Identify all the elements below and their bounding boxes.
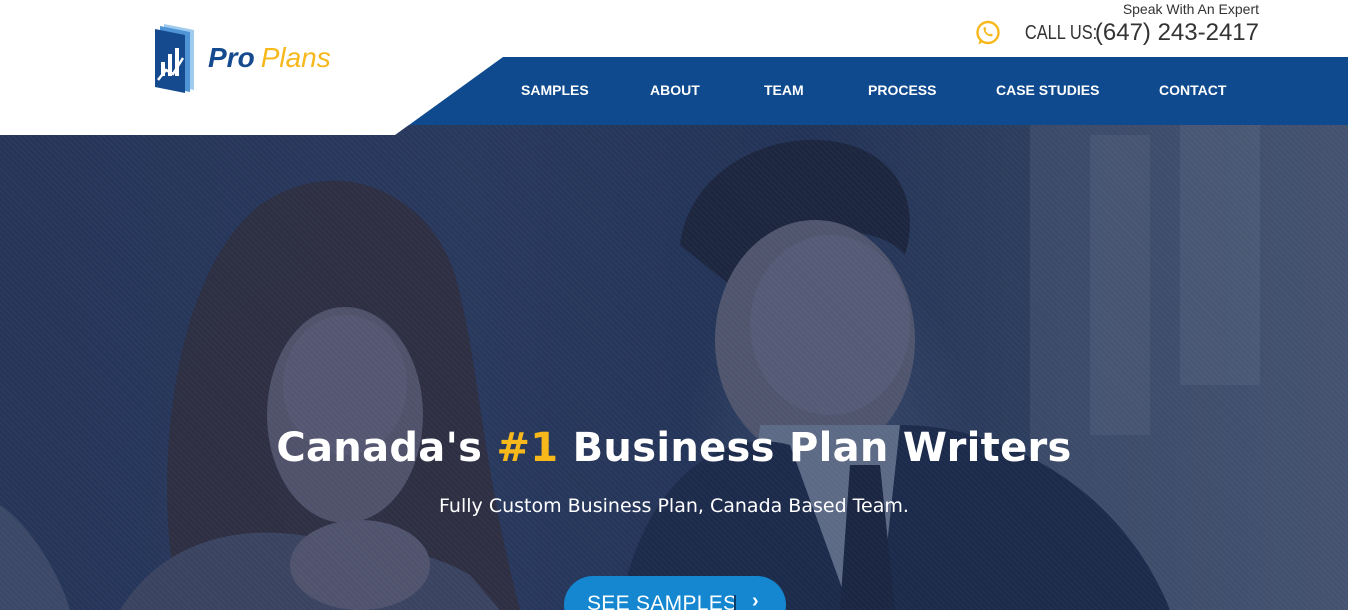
hero-section: Canada's #1 Business Plan Writers Fully … [0,125,1348,610]
call-us-block[interactable]: CALL US: (647) 243-2417 [975,18,1259,48]
headline-before: Canada's [276,425,497,471]
call-us-label: CALL US: [1024,21,1097,44]
hero-subheading: Fully Custom Business Plan, Canada Based… [439,495,909,517]
button-divider [734,595,736,610]
whatsapp-icon [975,20,1000,45]
main-nav: SAMPLES ABOUT TEAM PROCESS CASE STUDIES … [0,57,1348,125]
see-samples-button[interactable]: SEE SAMPLES › [564,576,786,610]
headline-highlight: #1 [496,425,559,471]
nav-item-case-studies[interactable]: CASE STUDIES [996,82,1099,98]
nav-item-contact[interactable]: CONTACT [1159,82,1226,98]
hero-background-photo [0,125,1348,610]
hero-headline: Canada's #1 Business Plan Writers [0,425,1348,471]
nav-item-team[interactable]: TEAM [764,82,804,98]
nav-item-about[interactable]: ABOUT [650,82,700,98]
speak-with-expert-label: Speak With An Expert [1122,1,1259,17]
nav-item-samples[interactable]: SAMPLES [521,82,589,98]
phone-number[interactable]: (647) 243-2417 [1095,19,1259,47]
headline-after: Business Plan Writers [558,425,1072,471]
chevron-right-icon: › [752,590,759,610]
see-samples-label: SEE SAMPLES [587,592,738,610]
nav-item-process[interactable]: PROCESS [868,82,936,98]
